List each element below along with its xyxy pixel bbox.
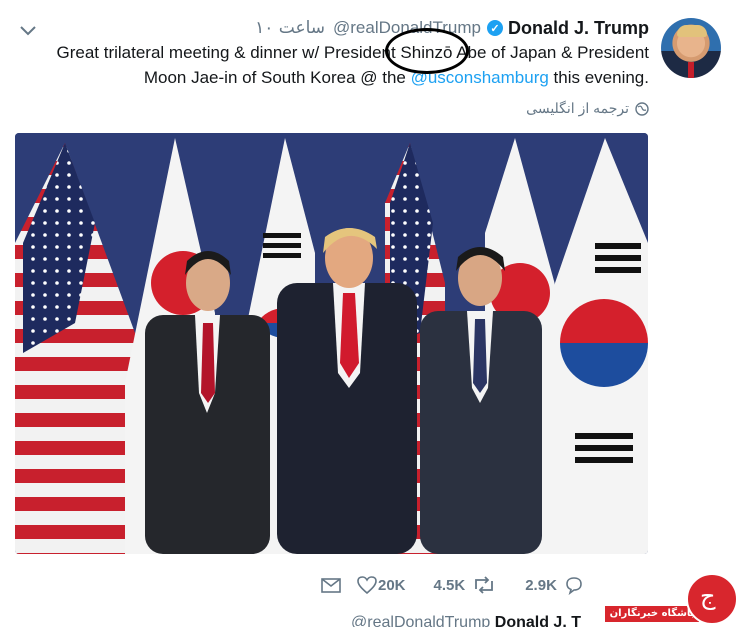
translate-link[interactable]: ترجمه از انگلیسی: [526, 100, 649, 117]
retweet-count: 4.5K: [433, 576, 466, 594]
tweet-text: Great trilateral meeting & dinner w/ Pre…: [29, 40, 650, 90]
tweet-card[interactable]: ۱۰ ساعت @realDonaldTrump ✓ Donald J. Tru…: [0, 0, 741, 627]
retweet-button[interactable]: 4.5K: [434, 575, 498, 595]
avatar[interactable]: [661, 18, 721, 78]
translate-label: ترجمه از انگلیسی: [526, 100, 629, 116]
next-tweet-name: Donald J. T: [494, 614, 581, 627]
like-button[interactable]: 20K: [356, 575, 406, 595]
heart-icon: [357, 576, 377, 595]
like-count: 20K: [378, 576, 406, 594]
globe-icon: [635, 101, 649, 116]
next-tweet-preview[interactable]: @realDonaldTrump Donald J. T: [0, 614, 741, 627]
annotation-circle: [385, 28, 469, 74]
tweet-actions: 20K 4.5K 2.9K: [320, 573, 585, 597]
next-tweet-handle: @realDonaldTrump: [351, 614, 491, 627]
reply-icon: [566, 577, 582, 595]
user-name[interactable]: Donald J. Trump: [508, 18, 649, 39]
tweet-photo[interactable]: [15, 133, 648, 554]
reply-button[interactable]: 2.9K: [525, 575, 585, 595]
reply-count: 2.9K: [525, 576, 557, 594]
direct-message-icon[interactable]: [320, 575, 342, 595]
tweet-text-part2: this evening.: [548, 68, 649, 87]
retweet-icon: [475, 576, 494, 594]
verified-badge-icon: ✓: [486, 20, 503, 36]
tweet-timestamp[interactable]: ۱۰ ساعت: [255, 18, 325, 38]
chevron-down-icon[interactable]: [18, 20, 38, 40]
